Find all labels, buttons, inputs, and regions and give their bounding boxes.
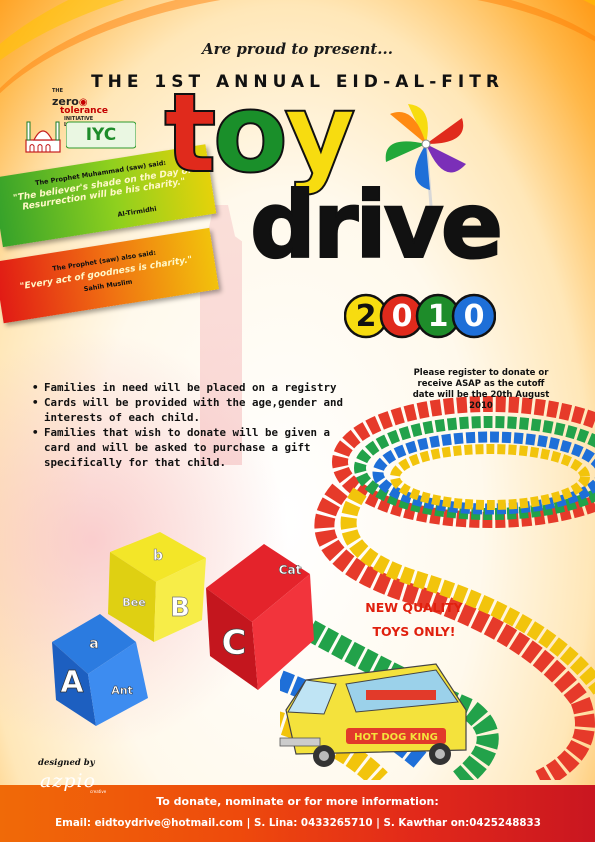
- designer-label: designed by: [38, 758, 95, 768]
- headline-drive: drive: [249, 172, 504, 279]
- svg-text:C: C: [222, 623, 247, 663]
- register-note: Please register to donate or receive ASA…: [412, 368, 550, 411]
- svg-text:Cat: Cat: [279, 563, 302, 577]
- year-digit: 2: [356, 299, 377, 334]
- block-a: a A Ant: [52, 614, 148, 726]
- headline-letter: t: [163, 69, 218, 197]
- new-quality-note: NEW QUALITY TOYS ONLY!: [354, 596, 474, 644]
- iyc-logo-text: IYC: [86, 125, 117, 145]
- present-tagline: Are proud to present...: [202, 40, 393, 58]
- svg-text:A: A: [60, 665, 84, 700]
- block-b: b Bee B: [108, 532, 206, 642]
- list-item: Families in need will be placed on a reg…: [30, 380, 350, 395]
- footer-heading: To donate, nominate or for more informat…: [156, 795, 439, 808]
- footer-contacts[interactable]: Email: eidtoydrive@hotmail.com | S. Lina…: [8, 817, 588, 829]
- svg-text:Ant: Ant: [111, 684, 133, 697]
- new-quality-line2: TOYS ONLY!: [372, 624, 456, 639]
- svg-text:B: B: [170, 593, 190, 623]
- year-digit: 1: [428, 299, 449, 334]
- year-digit: 0: [392, 299, 413, 334]
- svg-text:Bee: Bee: [122, 596, 145, 609]
- info-bullet-list: Families in need will be placed on a reg…: [30, 380, 350, 470]
- truck-sign-text: HOT DOG KING: [354, 732, 438, 743]
- designer-logo-sub: creative: [90, 789, 107, 794]
- designer-logo: azpio: [40, 770, 97, 792]
- headline-drive-text: drive: [249, 172, 504, 279]
- svg-text:b: b: [153, 548, 163, 564]
- logo-tolerance-word: tolerance: [60, 106, 109, 116]
- new-quality-line1: NEW QUALITY: [365, 600, 463, 615]
- hot-dog-truck-image: HOT DOG KING: [279, 663, 467, 767]
- year-badge: 2 0 1 0: [344, 293, 496, 339]
- year-digit: 0: [464, 299, 485, 334]
- mosque-logo-icon: [25, 121, 61, 153]
- svg-text:a: a: [89, 636, 98, 652]
- poster: Are proud to present... THE 1ST ANNUAL E…: [0, 0, 595, 842]
- list-item: Families that wish to donate will be giv…: [30, 425, 350, 470]
- list-item: Cards will be provided with the age,gend…: [30, 395, 350, 425]
- iyc-logo: IYC: [66, 121, 136, 149]
- logo-prefix: THE: [52, 88, 64, 94]
